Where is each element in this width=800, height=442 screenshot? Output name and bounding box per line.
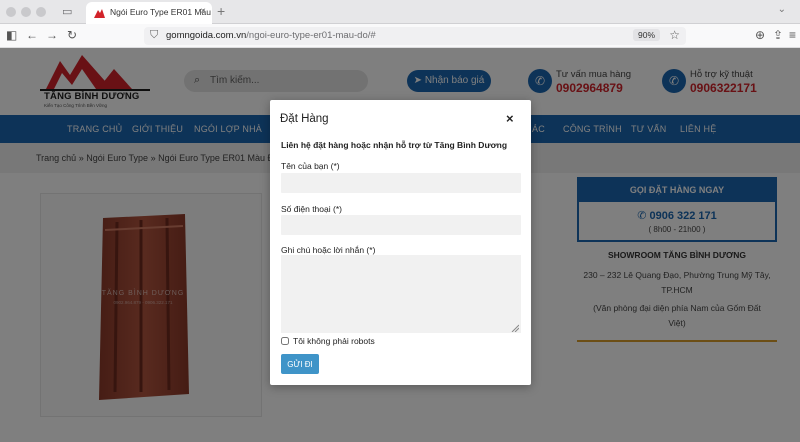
submit-button[interactable]: GỬI ĐI xyxy=(281,354,319,374)
browser-tab-bar: ▭ Ngói Euro Type ER01 Màu Đỏ - × + ⌄ xyxy=(0,0,800,24)
note-label: Ghi chú hoặc lời nhắn (*) xyxy=(281,245,376,255)
not-robot-checkbox[interactable] xyxy=(281,337,289,345)
textarea-resize-handle-icon[interactable] xyxy=(511,324,519,332)
browser-nav-bar: ◧ ← → ↻ ⛉ gomngoida.com.vn/ngoi-euro-typ… xyxy=(0,24,800,48)
site-favicon-icon xyxy=(94,9,105,18)
bookmark-star-icon[interactable]: ☆ xyxy=(669,28,680,42)
tab-list-chevron-icon[interactable]: ⌄ xyxy=(778,4,786,15)
tab-close-icon[interactable]: × xyxy=(200,6,206,17)
menu-icon[interactable]: ≡ xyxy=(789,28,796,42)
window-close-dot[interactable] xyxy=(6,7,16,17)
forward-arrow-icon[interactable]: → xyxy=(46,28,58,42)
window-zoom-dot[interactable] xyxy=(36,7,46,17)
tracking-shield-icon[interactable]: ⛉ xyxy=(150,29,158,42)
modal-title: Đặt Hàng xyxy=(280,113,329,125)
extensions-icon[interactable]: ⊕ xyxy=(755,28,765,42)
reload-icon[interactable]: ↻ xyxy=(67,28,77,42)
window-minimize-dot[interactable] xyxy=(21,7,31,17)
note-textarea[interactable] xyxy=(281,255,521,333)
sidebar-toggle-icon[interactable]: ◧ xyxy=(6,28,17,42)
name-input[interactable] xyxy=(281,173,521,193)
back-arrow-icon[interactable]: ← xyxy=(26,28,38,42)
url-path: /ngoi-euro-type-er01-mau-do/# xyxy=(246,30,376,41)
new-tab-icon[interactable]: + xyxy=(217,3,225,19)
zoom-level[interactable]: 90% xyxy=(632,29,660,41)
browser-tab[interactable]: Ngói Euro Type ER01 Màu Đỏ - × xyxy=(86,2,212,24)
address-bar[interactable]: ⛉ gomngoida.com.vn/ngoi-euro-type-er01-m… xyxy=(144,27,686,45)
tab-title: Ngói Euro Type ER01 Màu Đỏ - xyxy=(110,7,212,17)
modal-subtitle: Liên hệ đặt hàng hoặc nhận hỗ trợ từ Tăn… xyxy=(281,140,508,150)
phone-label: Số điện thoại (*) xyxy=(281,204,342,214)
share-icon[interactable]: ⇪ xyxy=(773,28,783,42)
tab-overview-icon[interactable]: ▭ xyxy=(62,5,72,18)
not-robot-label: Tôi không phải robots xyxy=(293,336,375,346)
name-label: Tên của bạn (*) xyxy=(281,161,340,171)
url-text[interactable]: gomngoida.com.vn/ngoi-euro-type-er01-mau… xyxy=(166,30,376,41)
phone-input[interactable] xyxy=(281,215,521,235)
modal-close-icon[interactable]: × xyxy=(506,111,514,126)
order-modal: Đặt Hàng × Liên hệ đặt hàng hoặc nhận hỗ… xyxy=(270,100,531,385)
url-domain: gomngoida.com.vn xyxy=(166,30,247,41)
